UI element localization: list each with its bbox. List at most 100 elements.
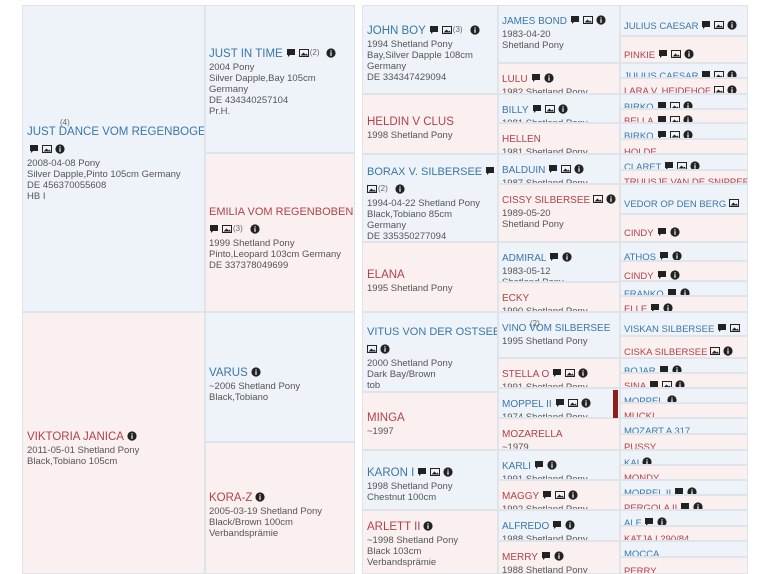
gen2-cell-1[interactable]: EMILIA VOM REGENBOBEN (3) 1999 Shetland … [205,153,355,312]
gen5-cell-19[interactable]: SINA [620,373,748,388]
comment-icon[interactable] [417,467,427,477]
info-icon[interactable] [395,184,405,194]
info-icon[interactable] [693,502,703,509]
gen5-cell-31[interactable]: PERRY [620,557,748,574]
info-icon[interactable] [596,15,606,25]
gen2-name-1[interactable]: EMILIA VOM REGENBOBEN [209,206,353,218]
info-icon[interactable] [326,48,337,58]
gen3-name-1[interactable]: HELDIN V CLUS [367,116,454,128]
gen2-name-0[interactable]: JUST IN TIME [209,48,283,60]
info-icon[interactable] [723,346,734,356]
comment-icon[interactable] [209,224,219,234]
gen5-name-6[interactable]: BIRKO [624,131,654,138]
gen5-cell-1[interactable]: PINKIE [620,36,748,63]
gen5-name-17[interactable]: CISKA SILBERSEE [624,347,707,357]
gen5-name-26[interactable]: MOPPEL II [624,488,671,494]
gen5-name-7[interactable]: HOLDE [624,147,657,153]
gen4-name-14[interactable]: ALFREDO [502,521,549,532]
info-icon[interactable] [682,130,693,138]
comment-icon[interactable] [429,25,439,35]
gen4-cell-5[interactable]: CISSY SILBERSEE 1989-05-20 Shetland Pony [498,184,620,242]
gen4-name-2[interactable]: BILLY [502,105,529,116]
info-icon[interactable] [672,365,682,372]
gen5-name-13[interactable]: CINDY [624,271,654,280]
gen4-name-13[interactable]: MAGGY [502,491,539,502]
gen5-name-11[interactable]: CINDY [624,228,654,239]
gen1-dam-cell[interactable]: VIKTORIA JANICA 2011-05-01 Shetland Pony… [22,312,205,574]
comment-icon[interactable] [701,20,711,30]
gen5-cell-13[interactable]: CINDY [620,261,748,281]
image-icon[interactable] [222,224,232,234]
info-icon[interactable] [565,520,575,530]
gen4-cell-1[interactable]: LULU 1982 Shetland Pony [498,63,620,94]
gen4-name-5[interactable]: CISSY SILBERSEE [502,195,590,206]
gen3-name-4[interactable]: VITUS VON DER OSTSEE [367,326,497,338]
comment-icon[interactable] [657,115,667,122]
image-icon[interactable] [561,164,572,174]
comment-icon[interactable] [552,368,562,378]
image-icon[interactable] [669,115,680,122]
comment-icon[interactable] [674,487,684,494]
gen5-name-30[interactable]: MOCCA [624,549,659,556]
gen3-cell-0[interactable]: JOHN BOY (3) 1994 Shetland Pony Bay,Silv… [362,5,498,94]
gen4-cell-0[interactable]: JAMES BOND 1983-04-20 Shetland Pony [498,5,620,63]
info-icon[interactable] [127,431,137,441]
gen5-cell-8[interactable]: CLARET [620,154,748,170]
gen4-name-7[interactable]: ECKY [502,293,529,304]
gen4-name-8[interactable]: VINO VOM SILBERSEE [502,323,610,334]
comment-icon[interactable] [659,365,669,372]
gen5-name-24[interactable]: KAI [624,458,639,464]
info-icon[interactable] [574,164,584,174]
gen5-name-20[interactable]: MOPPEL [624,396,664,402]
info-icon[interactable] [554,551,564,561]
image-icon[interactable] [677,161,688,169]
gen5-name-31[interactable]: PERRY [624,566,657,573]
info-icon[interactable] [562,252,573,262]
gen3-name-3[interactable]: ELANA [367,269,405,281]
gen4-name-10[interactable]: MOPPEL II [502,399,552,410]
gen5-cell-14[interactable]: FRANKO [620,281,748,296]
image-icon[interactable] [567,398,578,408]
comment-icon[interactable] [555,398,565,408]
comment-icon[interactable] [664,161,674,169]
gen4-cell-12[interactable]: KARLI 1991 Shetland Pony [498,450,620,480]
gen5-cell-6[interactable]: BIRKO [620,123,748,139]
gen5-cell-21[interactable]: MUCKI [620,403,748,418]
image-icon[interactable] [729,198,740,208]
gen5-cell-24[interactable]: KAI [620,450,748,465]
comment-icon[interactable] [29,144,39,154]
image-icon[interactable] [671,49,682,59]
info-icon[interactable] [669,227,680,237]
gen5-name-14[interactable]: FRANKO [624,289,664,295]
gen3-cell-2[interactable]: BORAX V. SILBERSEE (2) 1994-04-22 Shetla… [362,154,498,242]
image-icon[interactable] [544,104,555,114]
info-icon[interactable] [687,487,697,494]
info-icon[interactable] [727,70,738,77]
gen4-cell-14[interactable]: ALFREDO 1988 Shetland Pony [498,510,620,541]
gen5-cell-7[interactable]: HOLDE [620,139,748,154]
info-icon[interactable] [727,85,737,93]
gen5-cell-25[interactable]: MONDY [620,465,748,480]
gen5-name-3[interactable]: LARA V. HEIDEHOF [624,86,711,93]
gen3-cell-7[interactable]: ARLETT II ~1998 Shetland Pony Black 103c… [362,510,498,574]
gen5-cell-23[interactable]: PUSSY [620,434,748,450]
gen1-dam-name[interactable]: VIKTORIA JANICA [27,431,124,443]
info-icon[interactable] [423,521,434,531]
info-icon[interactable] [682,101,693,108]
info-icon[interactable] [669,270,680,280]
gen4-cell-3[interactable]: HELLEN 1981 Shetland Pony [498,123,620,154]
comment-icon[interactable] [657,270,667,280]
gen5-name-5[interactable]: BELLA [624,116,654,122]
gen5-name-4[interactable]: BIRKO [624,102,654,108]
gen5-name-21[interactable]: MUCKI [624,411,655,417]
comment-icon[interactable] [701,70,711,77]
gen5-cell-15[interactable]: ELLE [620,296,748,312]
gen5-name-29[interactable]: KATJA I 290/84 [624,534,689,540]
gen5-name-10[interactable]: VEDOR OP DEN BERG [624,199,726,210]
image-icon[interactable] [593,194,604,204]
gen1-sire-cell[interactable]: JUST DANCE VOM REGENBOGEN (4) 2008-04-08 … [22,5,205,312]
gen5-name-1[interactable]: PINKIE [624,50,655,61]
gen4-name-9[interactable]: STELLA O [502,369,549,380]
image-icon[interactable] [367,184,377,194]
comment-icon[interactable] [286,48,296,58]
